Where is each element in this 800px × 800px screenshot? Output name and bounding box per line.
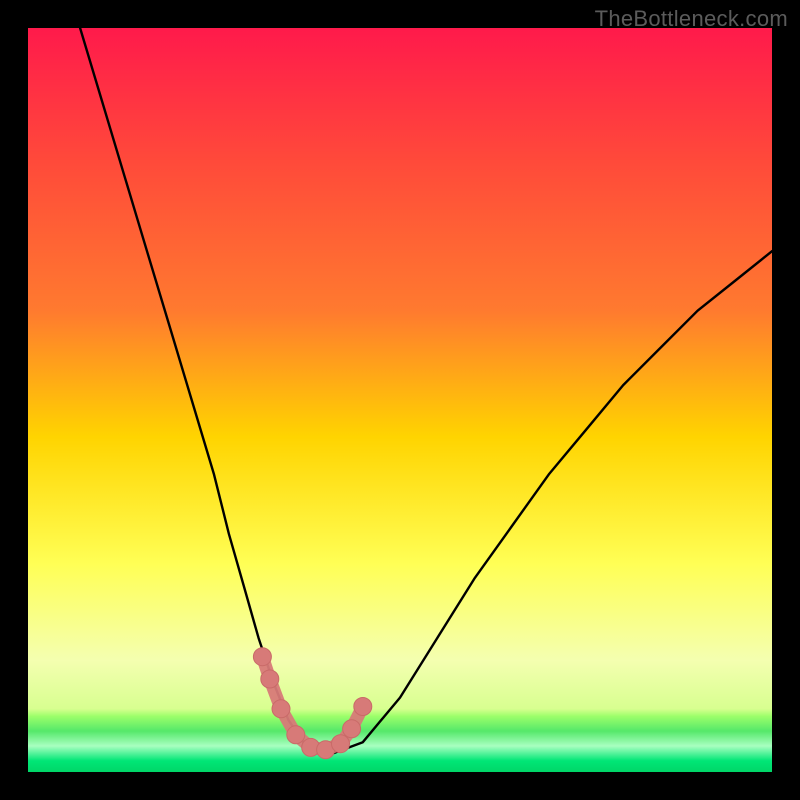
highlight-point [287, 726, 305, 744]
plot-area [28, 28, 772, 772]
highlight-point [332, 735, 350, 753]
highlight-point [354, 698, 372, 716]
highlight-point [261, 670, 279, 688]
chart-frame: TheBottleneck.com [0, 0, 800, 800]
chart-svg [28, 28, 772, 772]
highlight-point [253, 648, 271, 666]
highlight-point [343, 720, 361, 738]
watermark-text: TheBottleneck.com [595, 6, 788, 32]
highlight-point [272, 700, 290, 718]
